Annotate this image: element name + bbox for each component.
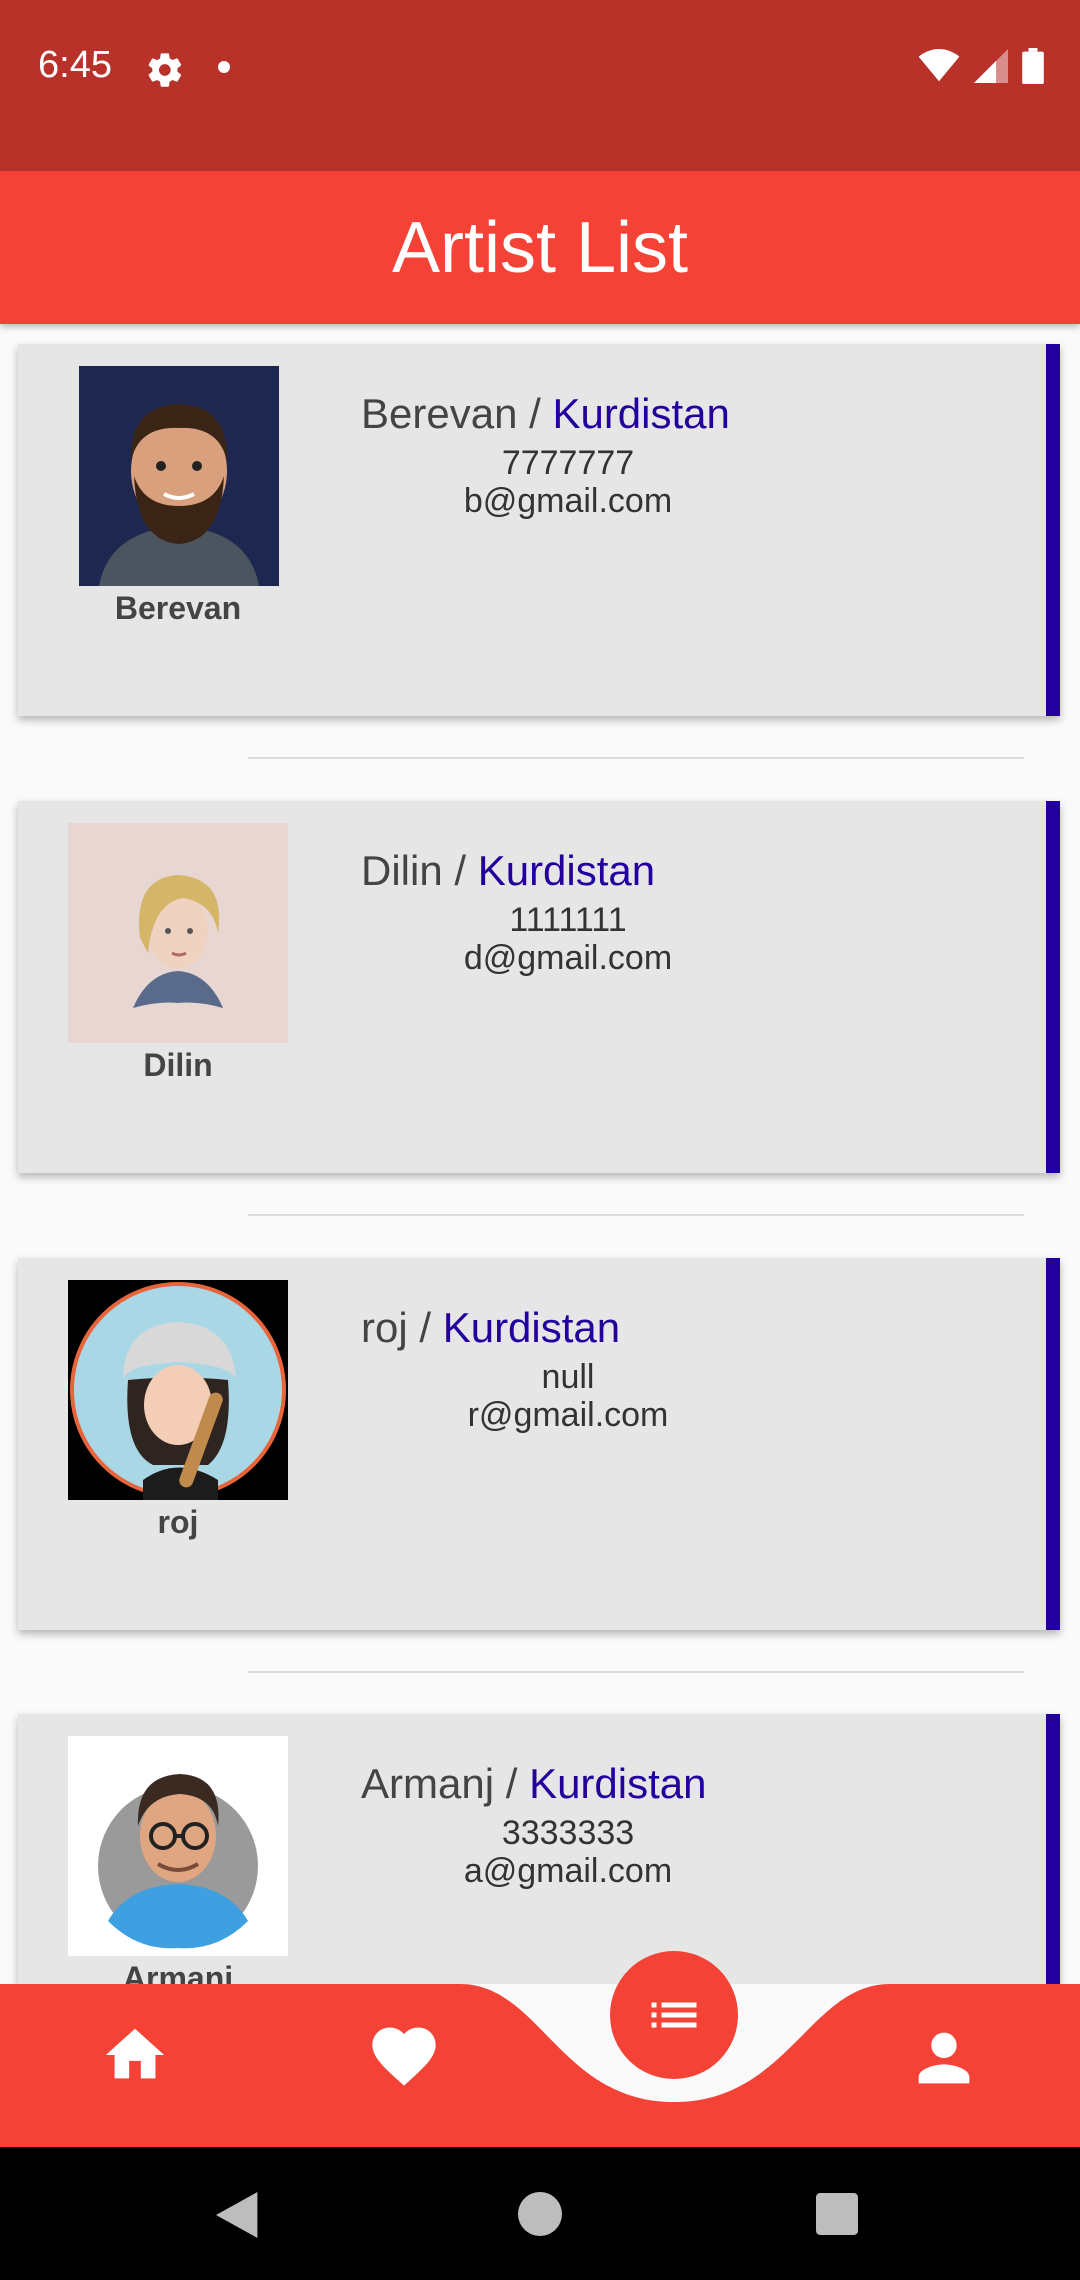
artist-phone: null <box>541 1358 595 1396</box>
system-navigation-bar <box>0 2147 1080 2280</box>
cell-signal-icon <box>974 49 1008 83</box>
artist-list[interactable]: Berevan Berevan / Kurdistan 7777777 b@gm… <box>0 324 1080 1984</box>
name-separator: / <box>517 390 553 437</box>
artist-card[interactable]: roj roj / Kurdistan null r@gmail.com <box>18 1258 1060 1630</box>
artist-phone: 1111111 <box>509 901 627 939</box>
card-accent-bar <box>1046 344 1060 716</box>
card-accent-bar <box>1046 801 1060 1173</box>
list-divider <box>248 1214 1024 1216</box>
name-separator: / <box>494 1760 530 1807</box>
artist-name-line: roj / Kurdistan <box>361 1304 620 1352</box>
name-separator: / <box>442 847 478 894</box>
artist-country: Kurdistan <box>477 847 656 894</box>
wifi-icon <box>918 49 960 82</box>
notification-dot-icon <box>218 61 230 73</box>
home-icon[interactable] <box>98 2020 172 2090</box>
name-separator: / <box>407 1304 443 1351</box>
artist-name: roj <box>361 1304 408 1351</box>
battery-icon <box>1022 48 1044 84</box>
person-icon[interactable] <box>904 2020 984 2096</box>
artist-card[interactable]: Dilin Dilin / Kurdistan 1111111 d@gmail.… <box>18 801 1060 1173</box>
avatar-caption: Berevan <box>114 590 242 626</box>
artist-country: Kurdistan <box>529 1760 707 1807</box>
home-circle-icon[interactable] <box>518 2192 562 2236</box>
list-divider <box>248 1671 1024 1673</box>
artist-avatar <box>79 366 279 586</box>
status-bar: 6:45 <box>0 0 1080 171</box>
artist-avatar <box>68 1280 288 1500</box>
app-bar: Artist List <box>0 171 1080 324</box>
artist-email: d@gmail.com <box>463 939 673 977</box>
list-icon <box>651 2002 697 2028</box>
artist-name: Berevan <box>361 390 518 437</box>
artist-card[interactable]: Armanj Armanj / Kurdistan 3333333 a@gmai… <box>18 1714 1060 1984</box>
artist-name-line: Dilin / Kurdistan <box>361 847 655 895</box>
avatar-caption: Armanj <box>122 1960 234 1984</box>
artist-name-line: Armanj / Kurdistan <box>361 1760 707 1808</box>
artist-country: Kurdistan <box>442 1304 621 1351</box>
artist-name: Dilin <box>361 847 443 894</box>
list-divider <box>248 757 1024 759</box>
settings-gear-icon <box>148 53 182 87</box>
girl-with-cap-avatar-icon <box>68 1280 288 1500</box>
man-with-glasses-avatar-icon <box>68 1736 288 1956</box>
artist-card[interactable]: Berevan Berevan / Kurdistan 7777777 b@gm… <box>18 344 1060 716</box>
status-time: 6:45 <box>38 44 112 86</box>
avatar-caption: roj <box>157 1504 199 1540</box>
artist-email: a@gmail.com <box>463 1852 673 1890</box>
recents-square-icon[interactable] <box>816 2193 858 2235</box>
heart-icon[interactable] <box>366 2018 442 2094</box>
artist-country: Kurdistan <box>552 390 730 437</box>
artist-phone: 7777777 <box>501 444 635 482</box>
bearded-man-avatar-icon <box>79 366 279 586</box>
card-accent-bar <box>1046 1258 1060 1630</box>
artist-avatar <box>68 823 288 1043</box>
list-nav-button[interactable] <box>610 1951 738 2079</box>
artist-name: Armanj <box>361 1760 495 1807</box>
artist-email: r@gmail.com <box>467 1396 669 1434</box>
back-icon[interactable] <box>216 2191 262 2239</box>
avatar-caption: Dilin <box>143 1047 213 1083</box>
artist-email: b@gmail.com <box>463 482 673 520</box>
artist-name-line: Berevan / Kurdistan <box>361 390 730 438</box>
artist-avatar <box>68 1736 288 1956</box>
page-title: Artist List <box>391 207 689 288</box>
card-accent-bar <box>1046 1714 1060 1984</box>
blonde-woman-avatar-icon <box>68 823 288 1043</box>
bottom-navigation <box>0 1984 1080 2147</box>
artist-phone: 3333333 <box>501 1814 635 1852</box>
status-indicators <box>918 48 1044 84</box>
